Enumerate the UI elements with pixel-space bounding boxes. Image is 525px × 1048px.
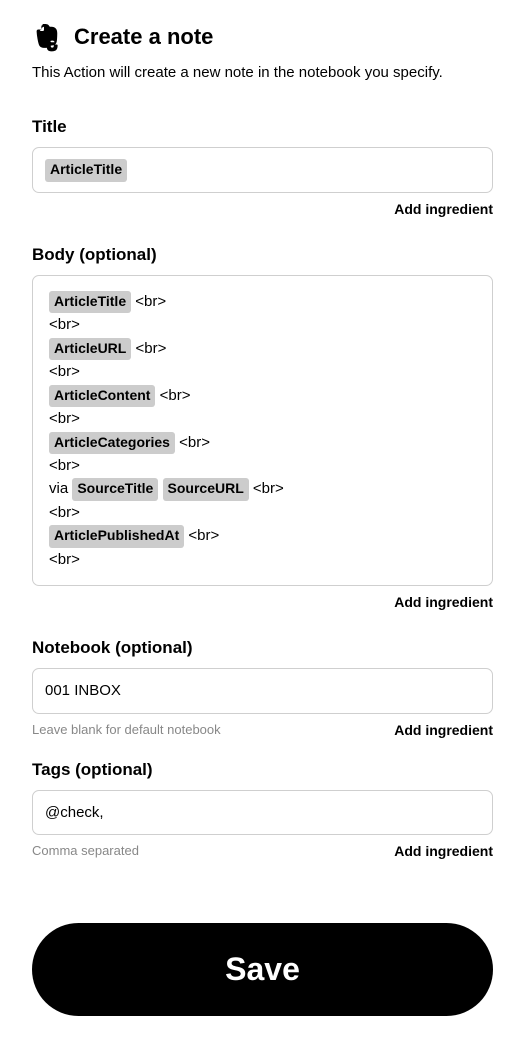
title-input[interactable]: ArticleTitle [32, 147, 493, 193]
title-field-group: Title ArticleTitle Add ingredient [32, 117, 493, 217]
tags-hint: Comma separated [32, 843, 139, 858]
tags-input[interactable]: @check, [32, 790, 493, 835]
ingredient-chip[interactable]: ArticleContent [49, 385, 155, 408]
tags-value: @check, [45, 804, 104, 821]
tags-add-ingredient-link[interactable]: Add ingredient [394, 843, 493, 859]
notebook-input[interactable]: 001 INBOX [32, 668, 493, 713]
page-description: This Action will create a new note in th… [32, 64, 493, 81]
evernote-icon [32, 22, 62, 52]
body-field-group: Body (optional) ArticleTitle <br><br> Ar… [32, 245, 493, 611]
ingredient-chip[interactable]: ArticleCategories [49, 432, 175, 455]
ingredient-chip[interactable]: ArticleURL [49, 338, 131, 361]
ingredient-chip[interactable]: ArticleTitle [45, 159, 127, 182]
notebook-label: Notebook (optional) [32, 638, 493, 658]
title-label: Title [32, 117, 493, 137]
ingredient-chip[interactable]: ArticleTitle [49, 291, 131, 314]
page-header: Create a note [32, 22, 493, 52]
body-label: Body (optional) [32, 245, 493, 265]
notebook-add-ingredient-link[interactable]: Add ingredient [394, 722, 493, 738]
tags-label: Tags (optional) [32, 760, 493, 780]
tags-field-group: Tags (optional) @check, Comma separated … [32, 760, 493, 859]
ingredient-chip[interactable]: SourceTitle [72, 478, 158, 501]
save-button[interactable]: Save [32, 923, 493, 1016]
ingredient-chip[interactable]: SourceURL [163, 478, 249, 501]
body-add-ingredient-link[interactable]: Add ingredient [394, 594, 493, 610]
title-add-ingredient-link[interactable]: Add ingredient [394, 201, 493, 217]
notebook-hint: Leave blank for default notebook [32, 722, 221, 737]
ingredient-chip[interactable]: ArticlePublishedAt [49, 525, 184, 548]
page-title: Create a note [74, 24, 213, 50]
notebook-value: 001 INBOX [45, 682, 121, 699]
notebook-field-group: Notebook (optional) 001 INBOX Leave blan… [32, 638, 493, 737]
body-input[interactable]: ArticleTitle <br><br> ArticleURL <br><br… [32, 275, 493, 587]
